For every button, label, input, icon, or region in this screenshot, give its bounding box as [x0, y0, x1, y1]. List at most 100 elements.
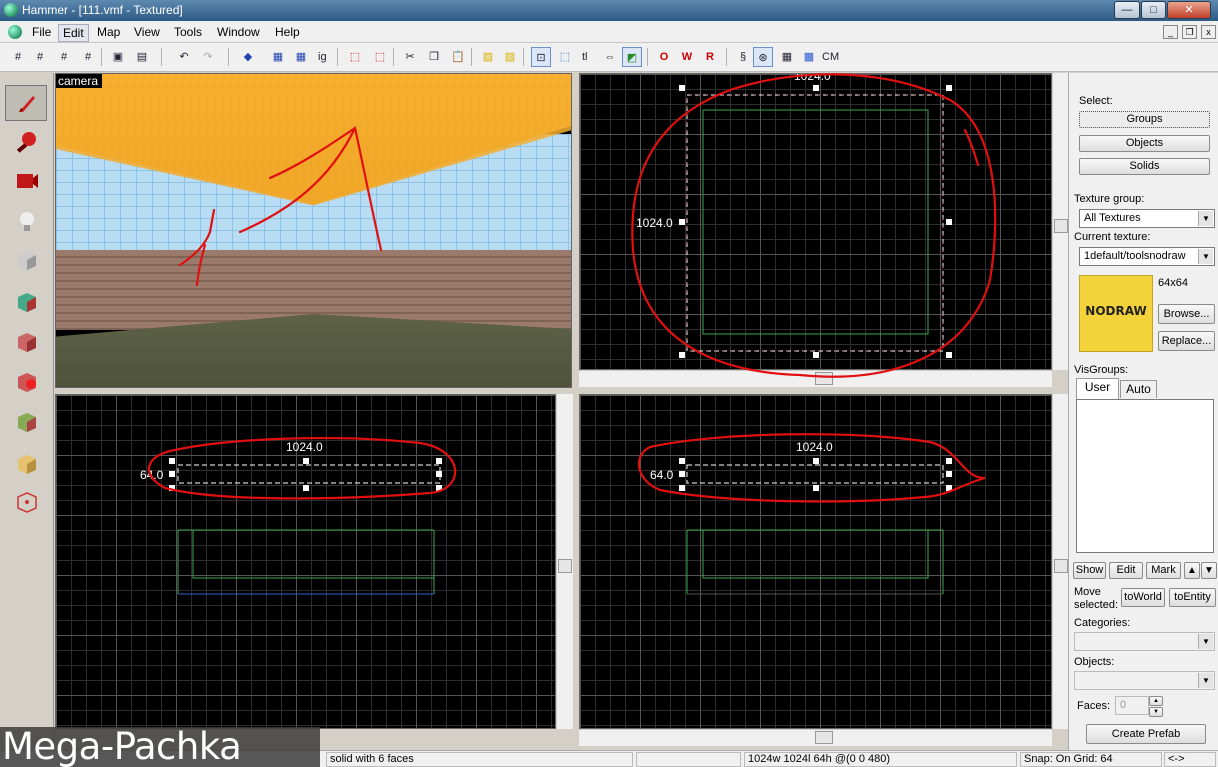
redo-icon[interactable]: ↷	[198, 47, 218, 67]
apply-texture-tool[interactable]	[5, 323, 47, 359]
undo-icon[interactable]: ↶	[174, 47, 194, 67]
texture-lock-toggle[interactable]: tl	[582, 47, 588, 67]
side-viewport[interactable]: 1024.0 64.0	[579, 394, 1052, 729]
groups-button[interactable]: Groups	[1079, 111, 1210, 128]
check-map-icon[interactable]: W	[677, 47, 697, 67]
flip-horizontal-icon[interactable]: ⇔	[600, 47, 620, 67]
hollow-icon[interactable]: ▦	[268, 47, 288, 67]
top-viewport[interactable]: 1024.0 1024.0	[579, 73, 1052, 370]
chevron-down-icon[interactable]: ▼	[1198, 211, 1213, 226]
tab-auto[interactable]: Auto	[1120, 380, 1157, 398]
entity-report-icon[interactable]: R	[700, 47, 720, 67]
hide-selected-icon[interactable]: ⬚	[345, 47, 365, 67]
camera-tool[interactable]	[5, 161, 47, 197]
3d-grid-icon[interactable]: #	[30, 47, 50, 67]
block-tool[interactable]	[5, 241, 47, 277]
grid-smaller-icon[interactable]: #	[54, 47, 74, 67]
selection-box-icon[interactable]: ⊡	[531, 47, 551, 67]
run-map-icon[interactable]: O	[654, 47, 674, 67]
to-world-button[interactable]: toWorld	[1121, 588, 1165, 607]
faces-input[interactable]: 0	[1115, 696, 1149, 715]
wireframe-icon[interactable]: ⊛	[753, 47, 773, 67]
hide-unselected-icon[interactable]: ⬚	[370, 47, 390, 67]
side-horizontal-scrollbar[interactable]	[579, 729, 1052, 746]
scrollbar-thumb[interactable]	[1054, 559, 1068, 573]
maximize-button[interactable]: □	[1141, 1, 1166, 19]
magnify-tool[interactable]	[5, 123, 47, 159]
visgroups-list[interactable]	[1076, 399, 1214, 553]
chevron-down-icon[interactable]: ▼	[1198, 249, 1213, 264]
texture-preview[interactable]: NODRAW	[1079, 275, 1153, 352]
scrollbar-thumb[interactable]	[1054, 219, 1068, 233]
document-icon[interactable]	[8, 25, 22, 39]
grid-icon[interactable]: #	[8, 47, 28, 67]
texture-apply-icon[interactable]: ▦	[291, 47, 311, 67]
side-vertical-scrollbar[interactable]	[1052, 394, 1069, 729]
objects-button[interactable]: Objects	[1079, 135, 1210, 152]
group-icon[interactable]: ▣	[108, 47, 128, 67]
select-by-handle-icon[interactable]: ⬚	[555, 47, 575, 67]
smoothing-icon[interactable]: ▦	[777, 47, 797, 67]
overlay-tool[interactable]	[5, 403, 47, 439]
toggle-models-icon[interactable]: ▨	[500, 47, 520, 67]
to-entity-button[interactable]: toEntity	[1169, 588, 1216, 607]
faces-spin-up[interactable]: ▲	[1149, 696, 1163, 706]
chevron-down-icon[interactable]: ▼	[1198, 634, 1213, 649]
copy-icon[interactable]: ❐	[424, 47, 444, 67]
move-up-button[interactable]: ▲	[1184, 562, 1200, 579]
grid-larger-icon[interactable]: #	[78, 47, 98, 67]
sound-icon[interactable]: §	[733, 47, 753, 67]
edit-button[interactable]: Edit	[1109, 562, 1143, 579]
faces-spin-down[interactable]: ▼	[1149, 707, 1163, 717]
mdi-minimize-button[interactable]: _	[1163, 25, 1178, 39]
scrollbar-thumb[interactable]	[815, 372, 833, 385]
menu-edit[interactable]: Edit	[58, 24, 89, 42]
entity-tool[interactable]	[5, 203, 47, 239]
selection-tool[interactable]	[5, 85, 47, 121]
current-texture-select[interactable]: 1default/toolsnodraw ▼	[1079, 247, 1215, 266]
cut-icon[interactable]: ✂	[400, 47, 420, 67]
scrollbar-thumb[interactable]	[815, 731, 833, 744]
texture-group-select[interactable]: All Textures ▼	[1079, 209, 1215, 228]
paste-icon[interactable]: 📋	[448, 47, 468, 67]
mdi-restore-button[interactable]: ❐	[1182, 25, 1197, 39]
mark-button[interactable]: Mark	[1146, 562, 1181, 579]
show-button[interactable]: Show	[1073, 562, 1106, 579]
top-horizontal-scrollbar[interactable]	[579, 370, 1052, 387]
close-button[interactable]: ✕	[1167, 1, 1211, 19]
menu-view[interactable]: View	[130, 24, 164, 40]
decal-tool[interactable]	[5, 363, 47, 399]
chevron-down-icon[interactable]: ▼	[1198, 673, 1213, 688]
replace-button[interactable]: Replace...	[1158, 331, 1215, 351]
texture-tool[interactable]	[5, 283, 47, 319]
front-vertical-scrollbar[interactable]	[556, 394, 573, 729]
top-vertical-scrollbar[interactable]	[1052, 73, 1069, 370]
ungroup-icon[interactable]: ▤	[132, 47, 152, 67]
tab-user[interactable]: User	[1076, 378, 1119, 399]
create-prefab-button[interactable]: Create Prefab	[1086, 724, 1206, 744]
menu-window[interactable]: Window	[213, 24, 264, 40]
menu-tools[interactable]: Tools	[170, 24, 206, 40]
flip-vertical-icon[interactable]: ◩	[622, 47, 642, 67]
minimize-button[interactable]: —	[1114, 1, 1140, 19]
move-down-button[interactable]: ▼	[1201, 562, 1217, 579]
menu-help[interactable]: Help	[271, 24, 304, 40]
vertex-tool[interactable]	[5, 483, 47, 519]
menu-file[interactable]: File	[28, 24, 55, 40]
front-viewport[interactable]: 1024.0 64.0	[55, 394, 556, 729]
browse-button[interactable]: Browse...	[1158, 304, 1215, 324]
mdi-close-button[interactable]: x	[1201, 25, 1216, 39]
objects-select[interactable]: ▼	[1074, 671, 1215, 690]
solids-button[interactable]: Solids	[1079, 158, 1210, 175]
clipping-tool[interactable]	[5, 445, 47, 481]
menu-map[interactable]: Map	[93, 24, 124, 40]
texture-lock-button[interactable]: ig	[318, 47, 327, 67]
cm-button[interactable]: CM	[822, 47, 839, 67]
camera-label[interactable]: camera	[56, 74, 103, 88]
camera-viewport[interactable]: camera	[55, 73, 572, 388]
scrollbar-thumb[interactable]	[558, 559, 572, 573]
displacement-icon[interactable]: ▩	[799, 47, 819, 67]
carve-icon[interactable]: ◆	[238, 47, 258, 67]
categories-select[interactable]: ▼	[1074, 632, 1215, 651]
toggle-helpers-icon[interactable]: ▧	[478, 47, 498, 67]
